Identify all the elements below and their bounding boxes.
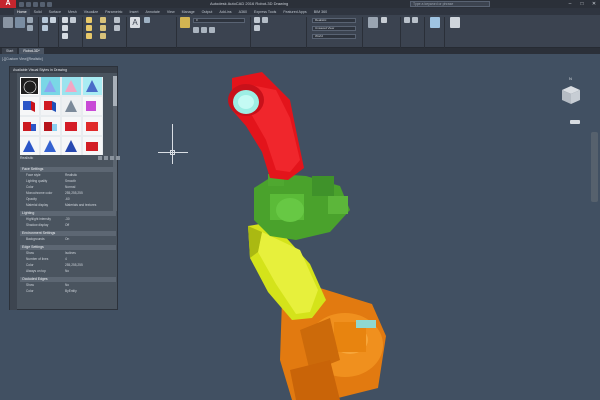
property-label: Always on top: [26, 269, 46, 273]
property-value[interactable]: 255,255,255: [65, 263, 83, 269]
property-label: Color: [26, 185, 34, 189]
property-label: Monochrome color: [26, 191, 53, 195]
property-label: Show: [26, 251, 34, 255]
visual-style-thumbnails: [20, 77, 103, 155]
section-header-face-settings[interactable]: Face Settings: [20, 167, 116, 172]
property-value[interactable]: -60: [65, 197, 70, 203]
viewcube[interactable]: N: [558, 76, 584, 124]
style-thumb-custom-6[interactable]: [83, 137, 102, 155]
style-thumb-x-ray[interactable]: [41, 117, 60, 135]
create-style-icon[interactable]: [98, 156, 102, 160]
robot-shoulder-joint[interactable]: [254, 174, 350, 240]
style-thumb-custom-5[interactable]: [62, 137, 81, 155]
property-row[interactable]: Backgrounds On: [20, 237, 116, 243]
palette-title: Available Visual Styles in Drawing: [10, 67, 117, 73]
navigation-bar[interactable]: [591, 132, 598, 202]
property-value[interactable]: ByEntity: [65, 289, 77, 295]
style-thumb-sketchy[interactable]: [83, 97, 102, 115]
palette-scrollbar-thumb[interactable]: [113, 76, 117, 106]
property-label: Color: [26, 263, 34, 267]
property-row[interactable]: Number of lines 4: [20, 257, 116, 263]
property-value[interactable]: Realistic: [65, 173, 77, 179]
property-label: Highlight intensity: [26, 217, 51, 221]
style-thumb-custom-1[interactable]: [62, 117, 81, 135]
property-row[interactable]: Show No: [20, 283, 116, 289]
property-value[interactable]: No: [65, 269, 69, 275]
style-toolbar: [98, 156, 120, 160]
style-thumb-realistic[interactable]: [83, 77, 102, 95]
property-label: Material display: [26, 203, 49, 207]
property-row[interactable]: Face style Realistic: [20, 173, 116, 179]
style-thumb-custom-3[interactable]: [20, 137, 39, 155]
property-label: Face style: [26, 173, 41, 177]
property-row[interactable]: Color 255,255,255: [20, 263, 116, 269]
palette-side-strip[interactable]: [10, 73, 17, 310]
property-row[interactable]: Monochrome color 255,255,255: [20, 191, 116, 197]
viewcube-north-label: N: [569, 76, 572, 81]
property-label: Lighting quality: [26, 179, 48, 183]
visual-styles-manager: Available Visual Styles in Drawing Reali…: [9, 66, 120, 310]
style-thumb-2d-wireframe[interactable]: [20, 77, 39, 95]
property-row[interactable]: Opacity -60: [20, 197, 116, 203]
property-row[interactable]: Always on top No: [20, 269, 116, 275]
property-value[interactable]: Isolines: [65, 251, 76, 257]
property-value[interactable]: 255,255,255: [65, 191, 83, 197]
property-label: Number of lines: [26, 257, 49, 261]
property-label: Backgrounds: [26, 237, 45, 241]
section-header-lighting[interactable]: Lighting: [20, 211, 116, 216]
property-label: Show: [26, 283, 34, 287]
property-row[interactable]: Highlight intensity -30: [20, 217, 116, 223]
section-header-environment-settings[interactable]: Environment Settings: [20, 231, 116, 236]
property-value[interactable]: -30: [65, 217, 70, 223]
section-header-edge-settings[interactable]: Edge Settings: [20, 245, 116, 250]
property-label: Shadow display: [26, 223, 49, 227]
property-row[interactable]: Shadow display Off: [20, 223, 116, 229]
style-thumb-shaded-edges[interactable]: [41, 97, 60, 115]
property-row[interactable]: Lighting quality Smooth: [20, 179, 116, 185]
apply-style-icon[interactable]: [104, 156, 108, 160]
property-row[interactable]: Material display Materials and textures: [20, 203, 116, 209]
delete-style-icon[interactable]: [116, 156, 120, 160]
section-header-occluded-edges[interactable]: Occluded Edges: [20, 277, 116, 282]
style-thumb-conceptual[interactable]: [41, 77, 60, 95]
property-label: Opacity: [26, 197, 37, 201]
style-thumb-wireframe[interactable]: [20, 117, 39, 135]
style-thumb-shades-of-gray[interactable]: [62, 97, 81, 115]
property-label: Color: [26, 289, 34, 293]
style-thumb-custom-4[interactable]: [41, 137, 60, 155]
viewcube-icon[interactable]: [558, 80, 584, 110]
property-value[interactable]: Off: [65, 223, 69, 229]
style-thumb-shaded[interactable]: [20, 97, 39, 115]
robot-wrist-flange[interactable]: [233, 90, 259, 114]
wcs-menu[interactable]: [570, 120, 580, 124]
property-row[interactable]: Color ByEntity: [20, 289, 116, 295]
property-value[interactable]: Normal: [65, 185, 75, 191]
property-value[interactable]: No: [65, 283, 69, 289]
robot-upper-arm[interactable]: [228, 72, 304, 180]
property-row[interactable]: Color Normal: [20, 185, 116, 191]
style-thumb-hidden[interactable]: [62, 77, 81, 95]
property-value[interactable]: Smooth: [65, 179, 76, 185]
property-value[interactable]: On: [65, 237, 69, 243]
property-row[interactable]: Show Isolines: [20, 251, 116, 257]
autocad-window: A Autodesk AutoCAD 2016 Robot-3D Drawing…: [0, 0, 600, 400]
property-value[interactable]: 4: [65, 257, 67, 263]
property-value[interactable]: Materials and textures: [65, 203, 96, 209]
style-thumb-custom-2[interactable]: [83, 117, 102, 135]
export-style-icon[interactable]: [110, 156, 114, 160]
